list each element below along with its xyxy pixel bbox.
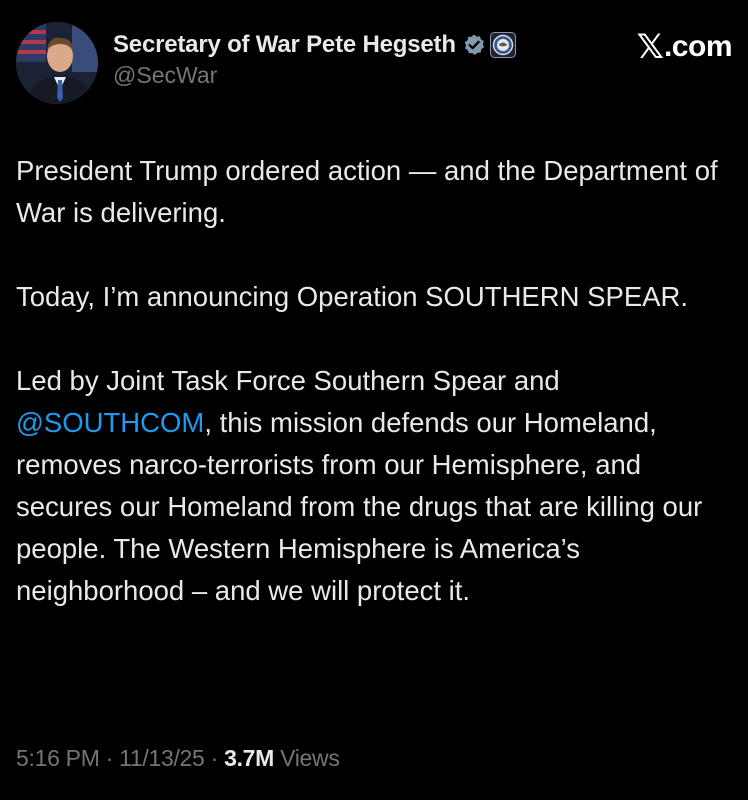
avatar[interactable] — [16, 22, 98, 104]
x-com-watermark: 𝕏 .com — [636, 27, 733, 67]
tweet-time[interactable]: 5:16 PM — [16, 745, 100, 771]
tweet-metadata: 5:16 PM · 11/13/25 · 3.7M Views — [16, 745, 340, 772]
tweet-text-segment: Led by Joint Task Force Southern Spear a… — [16, 365, 560, 396]
department-seal-icon[interactable] — [489, 32, 516, 58]
tweet-header: Secretary of War Pete Hegseth @SecWar � — [16, 22, 733, 104]
display-name-row: Secretary of War Pete Hegseth — [113, 30, 516, 60]
mention-link[interactable]: @SOUTHCOM — [16, 407, 204, 438]
tweet-paragraph: President Trump ordered action — and the… — [16, 155, 718, 228]
separator: · — [99, 745, 120, 771]
views-label: Views — [274, 745, 340, 771]
tweet-paragraph: Today, I’m announcing Operation SOUTHERN… — [16, 281, 689, 312]
tweet-date[interactable]: 11/13/25 — [119, 745, 205, 771]
tweet-text: President Trump ordered action — and the… — [16, 150, 732, 612]
author-handle[interactable]: @SecWar — [113, 62, 516, 89]
author-display-name[interactable]: Secretary of War Pete Hegseth — [113, 31, 456, 59]
x-logo-icon: 𝕏 — [636, 27, 664, 67]
views-count[interactable]: 3.7M — [224, 745, 274, 771]
brand-suffix: .com — [663, 30, 733, 63]
verified-badge-icon[interactable] — [462, 33, 486, 57]
tweet-paragraph: Led by Joint Task Force Southern Spear a… — [16, 360, 732, 612]
author-block: Secretary of War Pete Hegseth @SecWar — [113, 30, 516, 89]
avatar-image — [16, 22, 98, 104]
separator: · — [204, 745, 225, 771]
